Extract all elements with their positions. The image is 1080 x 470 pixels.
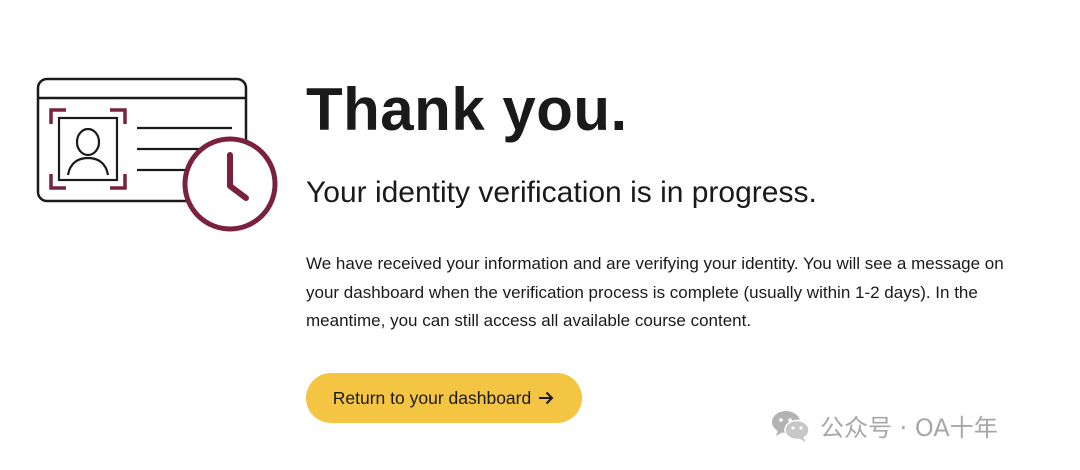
watermark-text: 公众号 · OA十年 [820, 414, 998, 442]
message-panel: Thank you. Your identity verification is… [306, 74, 1026, 336]
return-to-dashboard-label: Return to your dashboard [332, 387, 532, 408]
wechat-icon [770, 409, 812, 443]
id-card-verification-icon [36, 76, 284, 236]
status-message: We have received your information and ar… [306, 254, 1004, 330]
verification-page: Thank you. Your identity verification is… [0, 0, 1080, 470]
arrow-right-icon [537, 389, 555, 407]
page-title: Thank you. [306, 76, 628, 143]
watermark: 公众号 · OA十年 [770, 408, 998, 443]
status-subtitle: Your identity verification is in progres… [306, 176, 817, 209]
return-to-dashboard-button[interactable]: Return to your dashboard [306, 373, 582, 423]
